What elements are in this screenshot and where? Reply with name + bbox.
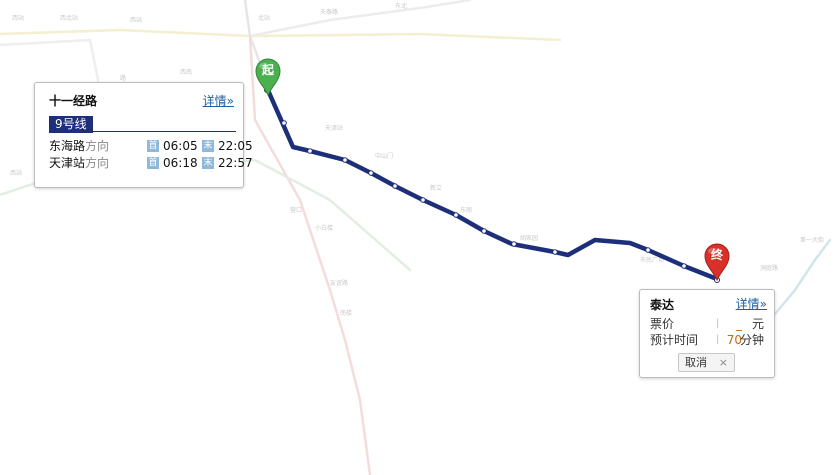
station-line-card: 十一经路 详情» 9号线 东海路方向 首 06:05 末 22:05 天津站方向… xyxy=(34,82,253,188)
cancel-button[interactable]: 取消 × xyxy=(678,353,735,372)
destination-detail-link[interactable]: 详情» xyxy=(736,295,767,312)
svg-text:北站: 北站 xyxy=(258,14,270,22)
direction-name: 东海路方向 xyxy=(49,139,110,153)
fare-separator: | xyxy=(716,318,720,329)
route-station[interactable] xyxy=(392,183,398,189)
first-train-time: 06:05 xyxy=(163,139,198,153)
faint-line-teal xyxy=(768,238,832,322)
close-icon: × xyxy=(718,356,728,369)
svg-text:路: 路 xyxy=(120,74,126,82)
svg-text:南楼: 南楼 xyxy=(340,309,352,317)
fare-value: _ xyxy=(736,317,742,331)
background-network xyxy=(0,0,832,475)
svg-text:新立: 新立 xyxy=(430,184,442,192)
first-train-badge: 首 xyxy=(147,140,159,152)
end-marker[interactable]: 终 xyxy=(703,243,731,282)
svg-text:天泰路: 天泰路 xyxy=(320,8,338,16)
route-station[interactable] xyxy=(307,148,313,154)
svg-text:第一大街: 第一大街 xyxy=(800,236,824,244)
start-marker-label: 起 xyxy=(261,63,274,77)
destination-card: 泰达 详情» 票价 | _ 元 预计时间 | 70 分钟 取消 × xyxy=(639,289,775,378)
svg-text:小白楼: 小白楼 xyxy=(315,224,333,232)
direction-row: 东海路方向 首 06:05 末 22:05 xyxy=(49,138,253,154)
end-marker-label: 终 xyxy=(710,248,723,262)
route-station[interactable] xyxy=(368,170,374,176)
eta-row: 预计时间 | 70 分钟 xyxy=(650,332,768,348)
fare-row: 票价 | _ 元 xyxy=(650,316,768,332)
fare-unit: 元 xyxy=(751,317,764,331)
svg-text:营口: 营口 xyxy=(290,206,302,214)
svg-text:西站: 西站 xyxy=(10,169,22,177)
subway-map[interactable]: 西站 西北站 西站 西南 北站 天泰路 东北 路 西站 中山 营口 小白楼 友谊… xyxy=(0,0,838,475)
eta-unit: 分钟 xyxy=(739,333,764,347)
svg-text:西南: 西南 xyxy=(180,68,192,76)
svg-text:西站: 西站 xyxy=(130,16,142,24)
svg-text:西北站: 西北站 xyxy=(60,14,78,22)
route-station[interactable] xyxy=(281,120,287,126)
svg-text:西站: 西站 xyxy=(12,14,24,22)
first-train-time: 06:18 xyxy=(163,156,198,170)
eta-separator: | xyxy=(716,334,720,345)
cancel-button-label: 取消 xyxy=(685,356,707,369)
svg-text:洞庭路: 洞庭路 xyxy=(760,264,778,272)
destination-station-name: 泰达 xyxy=(650,298,675,312)
svg-text:东丽: 东丽 xyxy=(460,206,472,214)
route-station[interactable] xyxy=(681,263,687,269)
direction-name: 天津站方向 xyxy=(49,156,110,170)
svg-text:胡家园: 胡家园 xyxy=(520,234,538,242)
faint-line-pink xyxy=(248,34,372,475)
faint-line-grey-east xyxy=(248,0,472,38)
fare-label: 票价 xyxy=(650,317,675,331)
svg-text:友谊路: 友谊路 xyxy=(330,279,348,287)
last-train-time: 22:05 xyxy=(218,139,253,153)
line-card-station-name: 十一经路 xyxy=(49,94,98,108)
first-train-badge: 首 xyxy=(147,157,159,169)
route-station[interactable] xyxy=(453,212,459,218)
line-tab-underline xyxy=(49,131,236,132)
svg-text:东北: 东北 xyxy=(395,2,407,10)
route-station[interactable] xyxy=(481,228,487,234)
line-card-detail-link[interactable]: 详情» xyxy=(203,92,234,109)
route-station[interactable] xyxy=(420,197,426,203)
last-train-badge: 末 xyxy=(202,140,214,152)
direction-row: 天津站方向 首 06:18 末 22:57 xyxy=(49,155,253,171)
faint-line-yellow xyxy=(0,28,562,42)
route-station[interactable] xyxy=(552,249,558,255)
start-marker[interactable]: 起 xyxy=(254,58,282,97)
last-train-time: 22:57 xyxy=(218,156,253,170)
route-station[interactable] xyxy=(342,157,348,163)
svg-text:中山门: 中山门 xyxy=(375,152,393,160)
route-station[interactable] xyxy=(511,241,517,247)
eta-label: 预计时间 xyxy=(650,333,699,347)
svg-text:天津站: 天津站 xyxy=(325,124,343,132)
route-station[interactable] xyxy=(645,247,651,253)
last-train-badge: 末 xyxy=(202,157,214,169)
